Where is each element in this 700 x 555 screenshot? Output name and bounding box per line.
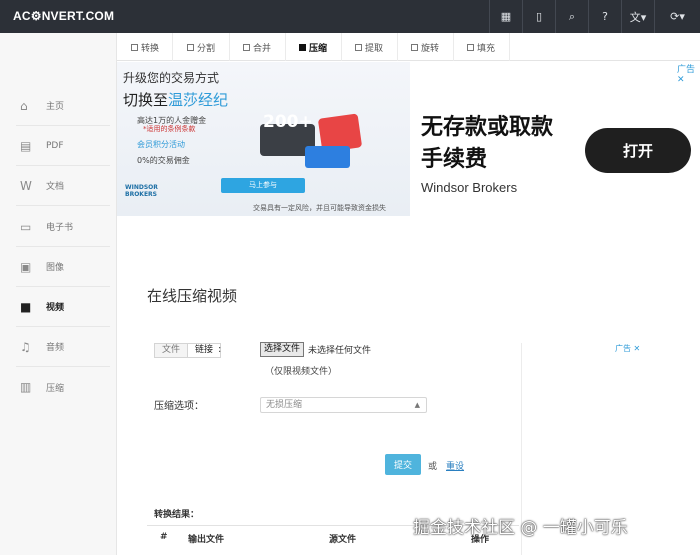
tab-label: 分割: [197, 43, 216, 54]
tool-tabs: 转换 分割 合并 压缩 提取 旋转 填充: [117, 33, 700, 61]
sidebar-item-pdf[interactable]: ▤ PDF: [16, 126, 110, 166]
ad-bullet: 会员积分活动: [137, 140, 185, 149]
archive-icon: ▥: [20, 380, 32, 394]
ad-risk-text: 交易具有一定风险，并且可能导致资金损失: [253, 204, 386, 212]
sidebar-item-label: 文档: [46, 182, 65, 192]
select-arrows-icon: ▲: [414, 401, 420, 409]
ad-headline-2a: 切换至: [123, 91, 169, 109]
checkbox-icon: [243, 43, 250, 51]
or-text: 或: [428, 462, 438, 472]
grid-icon[interactable]: ▦: [489, 0, 522, 33]
sidebar-item-home[interactable]: ⌂ 主页: [16, 86, 110, 126]
tab-file[interactable]: 文件: [155, 344, 188, 357]
checkbox-icon: [187, 43, 194, 51]
sidebar-item-archive[interactable]: ▥ 压缩: [16, 367, 110, 407]
reset-link[interactable]: 重设: [446, 459, 464, 472]
ad-open-button[interactable]: 打开: [585, 128, 691, 173]
no-file-label: 未选择任何文件: [308, 346, 372, 356]
tab-merge[interactable]: 合并: [230, 33, 286, 61]
search-icon[interactable]: ⌕: [555, 0, 588, 33]
ad-bullet: 0%的交易佣金: [137, 156, 190, 165]
image-icon: ▣: [20, 259, 32, 274]
compression-select-value: 无损压缩: [266, 400, 303, 410]
watermark-text: 掘金技术社区 @ 一罐小可乐: [413, 518, 628, 538]
checkbox-icon: [299, 43, 306, 51]
ad-headline-2: 切换至温莎经纪: [123, 89, 228, 110]
tab-rotate[interactable]: 旋转: [398, 33, 454, 61]
checkbox-icon: [131, 43, 138, 51]
ad-close-icon[interactable]: 广告 ✕: [615, 343, 640, 354]
checkbox-icon: [467, 43, 474, 51]
compression-select[interactable]: 无损压缩 ▲: [260, 397, 427, 413]
top-advertisement[interactable]: 升级您的交易方式 切换至温莎经纪 高达1万的人金赠金 *适用的条例条款 会员积分…: [117, 62, 700, 244]
ad-company: Windsor Brokers: [421, 180, 518, 195]
audio-icon: ♫: [20, 339, 31, 354]
word-icon: W: [20, 178, 32, 193]
page-title: 在线压缩视频: [147, 287, 238, 305]
sidebar-item-label: 音频: [46, 343, 65, 353]
tab-split[interactable]: 分割: [173, 33, 230, 61]
ad-note: *适用的条例条款: [143, 125, 196, 133]
sidebar-item-label: 电子书: [46, 223, 74, 233]
tab-convert[interactable]: 转换: [117, 33, 173, 61]
ad-title: 无存款或取款: [421, 115, 554, 140]
tab-fill[interactable]: 填充: [454, 33, 510, 61]
home-icon: ⌂: [20, 98, 28, 113]
tab-label: 压缩: [309, 43, 328, 54]
column-header: 源文件: [329, 535, 357, 545]
tab-link[interactable]: 链接: [187, 344, 221, 357]
tab-label: 旋转: [421, 43, 440, 54]
sidebar-item-label: PDF: [46, 140, 64, 151]
choose-file-button[interactable]: 选择文件: [260, 342, 305, 357]
checkbox-icon: [411, 43, 418, 51]
tab-label: 转换: [141, 43, 160, 54]
submit-button[interactable]: 提交: [385, 454, 421, 475]
sidebar-item-label: 主页: [46, 102, 65, 112]
tab-label: 提取: [365, 43, 384, 54]
ad-brand-logo: WINDSOR BROKERS: [125, 184, 158, 198]
tab-label: 填充: [477, 43, 496, 54]
sidebar-item-audio[interactable]: ♫ 音频: [16, 327, 110, 367]
ad-headline-2b: 温莎经纪: [168, 91, 229, 109]
compression-options-label: 压缩选项：: [154, 401, 204, 412]
sidebar-item-ebook[interactable]: ▭ 电子书: [16, 207, 110, 247]
field-colon: :: [218, 344, 222, 355]
sidebar-item-image[interactable]: ▣ 图像: [16, 247, 110, 287]
top-navbar: AC⚙NVERT.COM ▦ ▯ ⌕ ? 文▾ ⟳▾: [0, 0, 700, 33]
site-logo[interactable]: AC⚙NVERT.COM: [13, 9, 114, 23]
language-icon[interactable]: 文▾: [621, 0, 654, 33]
ebook-icon: ▭: [20, 219, 32, 234]
tab-extract[interactable]: 提取: [342, 33, 398, 61]
video-only-hint: （仅限视频文件）: [265, 367, 338, 377]
sidebar-item-label: 压缩: [46, 383, 65, 394]
ad-close-icon[interactable]: 广告 ✕: [677, 62, 700, 85]
video-icon: ■: [20, 299, 32, 314]
ad-headline: 升级您的交易方式: [123, 71, 220, 85]
ad-cta-button[interactable]: 马上参与: [221, 178, 305, 193]
ad-image: 升级您的交易方式 切换至温莎经纪 高达1万的人金赠金 *适用的条例条款 会员积分…: [117, 62, 410, 216]
refresh-icon[interactable]: ⟳▾: [654, 0, 700, 33]
sidebar-item-document[interactable]: W 文档: [16, 166, 110, 206]
sidebar-item-label: 图像: [46, 263, 65, 273]
column-header: 输出文件: [188, 535, 225, 545]
tab-compress[interactable]: 压缩: [286, 33, 342, 61]
sidebar-item-label: 视频: [46, 303, 65, 313]
sidebar-item-video[interactable]: ■ 视频: [16, 287, 110, 327]
help-icon[interactable]: ?: [588, 0, 621, 33]
source-tabs: 文件 链接: [154, 343, 222, 358]
pdf-icon: ▤: [20, 138, 32, 153]
column-header: #: [160, 532, 168, 542]
ad-title: 手续费: [421, 147, 488, 172]
results-label: 转换结果：: [154, 510, 200, 520]
checkbox-icon: [355, 43, 362, 51]
tablet-icon[interactable]: ▯: [522, 0, 555, 33]
ad-number: 200+: [263, 112, 313, 132]
top-icon-group: ▦ ▯ ⌕ ? 文▾ ⟳▾: [489, 0, 700, 33]
sidebar: ⌂ 主页 ▤ PDF W 文档 ▭ 电子书 ▣ 图像 ■ 视频 ♫ 音频 ▥ 压缩: [0, 33, 117, 555]
tab-label: 合并: [253, 43, 272, 54]
